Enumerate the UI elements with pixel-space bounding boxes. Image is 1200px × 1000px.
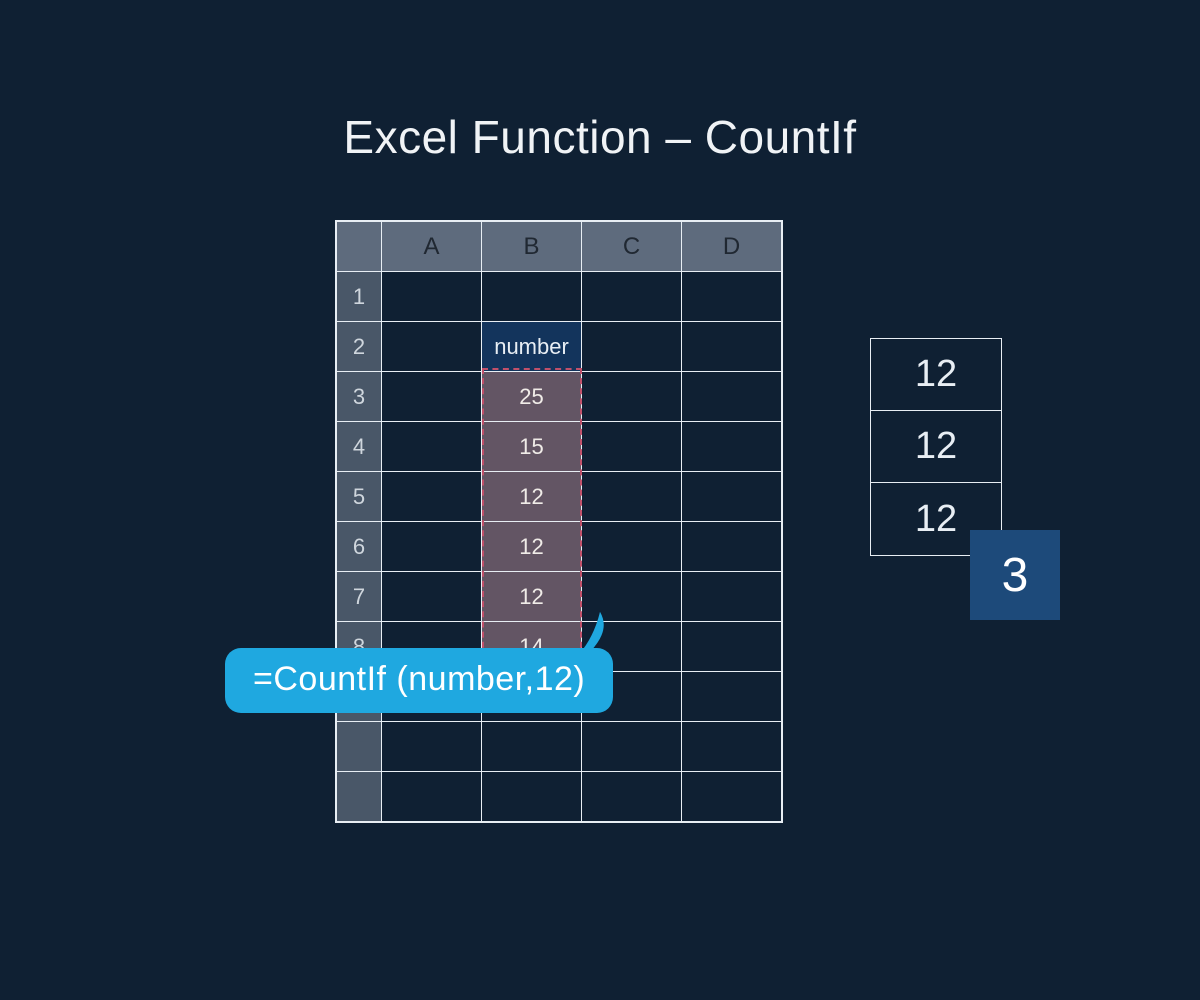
match-cell: 12 xyxy=(871,411,1001,483)
cell xyxy=(582,772,682,822)
cell xyxy=(482,272,582,322)
selected-cell: 15 xyxy=(482,422,582,472)
cell xyxy=(682,322,782,372)
cell xyxy=(582,522,682,572)
spreadsheet-grid: A B C D 1 2 number xyxy=(336,221,782,822)
row-header: 2 xyxy=(337,322,382,372)
cell xyxy=(682,372,782,422)
cell xyxy=(682,672,782,722)
cell xyxy=(482,772,582,822)
selected-cell: 12 xyxy=(482,472,582,522)
row-header: 7 xyxy=(337,572,382,622)
named-range-header: number xyxy=(482,322,582,372)
col-header-a: A xyxy=(382,222,482,272)
page-title: Excel Function – CountIf xyxy=(0,110,1200,164)
cell xyxy=(382,572,482,622)
row-header: 3 xyxy=(337,372,382,422)
diagram-stage: Excel Function – CountIf A B C D 1 2 xyxy=(0,0,1200,1000)
cell xyxy=(382,322,482,372)
cell xyxy=(582,372,682,422)
cell xyxy=(382,372,482,422)
cell xyxy=(582,272,682,322)
cell xyxy=(382,422,482,472)
cell xyxy=(682,522,782,572)
cell xyxy=(682,622,782,672)
grid-corner xyxy=(337,222,382,272)
col-header-b: B xyxy=(482,222,582,272)
row-header: 4 xyxy=(337,422,382,472)
cell xyxy=(382,722,482,772)
col-header-c: C xyxy=(582,222,682,272)
row-header xyxy=(337,772,382,822)
cell xyxy=(382,522,482,572)
matches-stack: 12 12 12 xyxy=(870,338,1002,556)
match-cell: 12 xyxy=(871,339,1001,411)
cell xyxy=(682,572,782,622)
spreadsheet: A B C D 1 2 number xyxy=(335,220,783,823)
cell xyxy=(582,472,682,522)
col-header-d: D xyxy=(682,222,782,272)
cell xyxy=(382,472,482,522)
selected-cell: 12 xyxy=(482,522,582,572)
cell xyxy=(382,772,482,822)
cell xyxy=(682,272,782,322)
row-header: 5 xyxy=(337,472,382,522)
cell xyxy=(682,722,782,772)
cell xyxy=(682,472,782,522)
row-header xyxy=(337,722,382,772)
cell xyxy=(582,322,682,372)
cell xyxy=(382,272,482,322)
cell xyxy=(682,422,782,472)
cell xyxy=(582,422,682,472)
cell xyxy=(582,722,682,772)
row-header: 1 xyxy=(337,272,382,322)
cell xyxy=(482,722,582,772)
formula-callout: =CountIf (number,12) xyxy=(225,648,613,713)
row-header: 6 xyxy=(337,522,382,572)
cell xyxy=(682,772,782,822)
selected-cell: 25 xyxy=(482,372,582,422)
result-count-badge: 3 xyxy=(970,530,1060,620)
